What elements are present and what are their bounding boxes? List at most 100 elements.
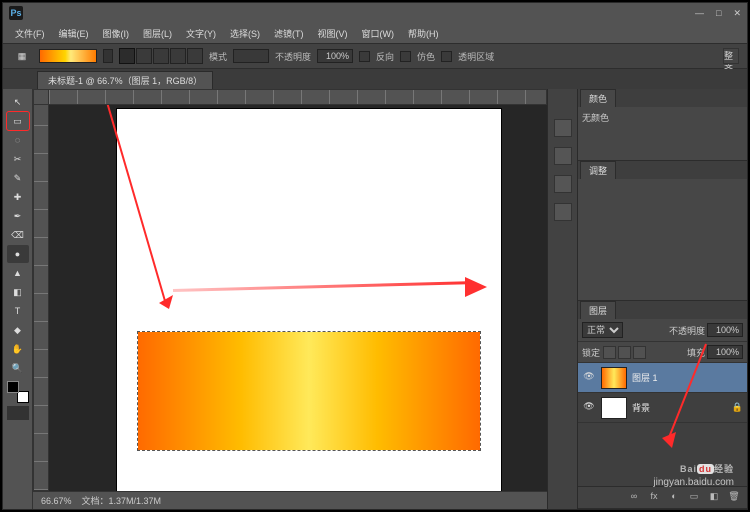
visibility-toggle-icon[interactable]: 👁 (582, 371, 596, 385)
lasso-tool-icon[interactable]: ◌ (7, 131, 29, 149)
type-tool-icon[interactable]: T (7, 302, 29, 320)
move-tool-icon[interactable]: ↖ (7, 93, 29, 111)
document-info[interactable]: 文档：1.37M/1.37M (82, 494, 162, 507)
layers-panel-tab[interactable]: 图层 (580, 301, 616, 319)
zoom-tool-icon[interactable]: 🔍 (7, 359, 29, 377)
fill-label: 填充 (687, 346, 705, 359)
gradient-linear-icon[interactable] (119, 48, 135, 64)
brush-tool-icon[interactable]: ✒ (7, 207, 29, 225)
layer-opacity-label: 不透明度 (669, 324, 705, 337)
menu-select[interactable]: 选择(S) (224, 25, 266, 42)
adjustments-panel-tab[interactable]: 调整 (580, 161, 616, 179)
dock-actions-icon[interactable] (554, 147, 572, 165)
menu-layer[interactable]: 图层(L) (137, 25, 178, 42)
gradient-reflected-icon[interactable] (170, 48, 186, 64)
opacity-field[interactable]: 100% (317, 49, 353, 63)
layers-footer: ∞ fx ◐ ▭ ◧ 🗑 (578, 486, 747, 508)
path-tool-icon[interactable]: ◆ (7, 321, 29, 339)
gradient-preset-dropdown-icon[interactable] (103, 49, 113, 63)
dock-character-icon[interactable] (554, 203, 572, 221)
ruler-origin[interactable] (33, 89, 49, 105)
reverse-checkbox[interactable] (359, 51, 370, 62)
current-tool-icon: ▦ (11, 47, 33, 65)
layer-name[interactable]: 背景 (632, 401, 650, 414)
eyedropper-tool-icon[interactable]: ✎ (7, 169, 29, 187)
layer-row[interactable]: 👁 背景 🔒 (578, 393, 747, 423)
menu-file[interactable]: 文件(F) (9, 25, 51, 42)
gradient-preset-swatch[interactable] (39, 49, 97, 63)
link-layers-icon[interactable]: ∞ (627, 491, 641, 505)
adjustments-panel-body (578, 179, 747, 300)
menu-help[interactable]: 帮助(H) (402, 25, 445, 42)
watermark: Baidu经验 jingyan.baidu.com (653, 459, 734, 488)
eraser-tool-icon[interactable]: ⌫ (7, 226, 29, 244)
delete-layer-icon[interactable]: 🗑 (727, 491, 741, 505)
window-maximize-icon[interactable]: □ (716, 8, 721, 19)
swatches-panel-tab[interactable]: 颜色 (580, 89, 616, 107)
opacity-label: 不透明度 (275, 50, 311, 63)
layer-fx-icon[interactable]: fx (647, 491, 661, 505)
dock-properties-icon[interactable] (554, 175, 572, 193)
lock-pixels-icon[interactable] (603, 346, 616, 359)
healing-tool-icon[interactable]: ✚ (7, 188, 29, 206)
blend-mode-select[interactable]: 正常 (582, 322, 623, 338)
collapsed-dock (547, 89, 577, 509)
zoom-level[interactable]: 66.67% (41, 496, 72, 506)
lock-all-icon[interactable] (633, 346, 646, 359)
window-close-icon[interactable]: ✕ (733, 8, 741, 19)
layer-thumbnail[interactable] (601, 367, 627, 389)
document-canvas[interactable] (117, 109, 501, 491)
document-tab[interactable]: 未标题-1 @ 66.7%（图层 1，RGB/8） (37, 71, 213, 89)
menu-filter[interactable]: 滤镜(T) (268, 25, 310, 42)
transparency-checkbox[interactable] (441, 51, 452, 62)
arrange-button[interactable]: 整齐排列 (723, 48, 739, 64)
layer-opacity-field[interactable]: 100% (707, 323, 743, 337)
swatches-panel-body: 无颜色 (578, 107, 747, 160)
menu-window[interactable]: 窗口(W) (356, 25, 401, 42)
annotation-drag-arrow-head-icon (465, 277, 487, 297)
layer-mask-icon[interactable]: ◐ (667, 491, 681, 505)
fill-field[interactable]: 100% (707, 345, 743, 359)
gradient-radial-icon[interactable] (136, 48, 152, 64)
visibility-toggle-icon[interactable]: 👁 (582, 401, 596, 415)
hand-tool-icon[interactable]: ✋ (7, 340, 29, 358)
vertical-ruler[interactable] (33, 105, 49, 491)
dock-history-icon[interactable] (554, 119, 572, 137)
layer-name[interactable]: 图层 1 (632, 371, 658, 384)
new-group-icon[interactable]: ▭ (687, 491, 701, 505)
mode-select[interactable] (233, 49, 269, 63)
new-layer-icon[interactable]: ◧ (707, 491, 721, 505)
window-minimize-icon[interactable]: — (695, 8, 704, 19)
pen-tool-icon[interactable]: ▲ (7, 264, 29, 282)
quickmask-toggle-icon[interactable] (7, 406, 29, 420)
mode-label: 模式 (209, 50, 227, 63)
layer-thumbnail[interactable] (601, 397, 627, 419)
marquee-tool-icon[interactable]: ▭ (7, 112, 29, 130)
watermark-brand1: Bai (680, 464, 697, 474)
app-logo: Ps (9, 6, 23, 20)
canvas-viewport[interactable] (49, 105, 547, 491)
foreground-color-swatch[interactable] (7, 381, 19, 393)
menu-bar: 文件(F) 编辑(E) 图像(I) 图层(L) 文字(Y) 选择(S) 滤镜(T… (3, 23, 747, 43)
status-bar: 66.67% 文档：1.37M/1.37M (33, 491, 547, 509)
menu-view[interactable]: 视图(V) (312, 25, 354, 42)
gradient-angle-icon[interactable] (153, 48, 169, 64)
gradient-tool-icon[interactable]: ● (7, 245, 29, 263)
selection-marquee (137, 331, 481, 451)
swatch-none-label[interactable]: 无颜色 (582, 113, 609, 123)
menu-edit[interactable]: 编辑(E) (53, 25, 95, 42)
gradient-diamond-icon[interactable] (187, 48, 203, 64)
horizontal-ruler[interactable] (49, 89, 547, 105)
menu-type[interactable]: 文字(Y) (180, 25, 222, 42)
fg-bg-swatch[interactable] (7, 381, 29, 403)
shape-tool-icon[interactable]: ◧ (7, 283, 29, 301)
dither-checkbox[interactable] (400, 51, 411, 62)
watermark-sub: jingyan.baidu.com (653, 477, 734, 488)
watermark-brand3: 经验 (714, 464, 734, 474)
crop-tool-icon[interactable]: ✂ (7, 150, 29, 168)
lock-icon: 🔒 (732, 402, 743, 413)
options-bar: ▦ 模式 不透明度 100% 反向 仿色 透明区域 整齐排列 (3, 43, 747, 69)
layer-row[interactable]: 👁 图层 1 (578, 363, 747, 393)
menu-image[interactable]: 图像(I) (97, 25, 136, 42)
lock-position-icon[interactable] (618, 346, 631, 359)
